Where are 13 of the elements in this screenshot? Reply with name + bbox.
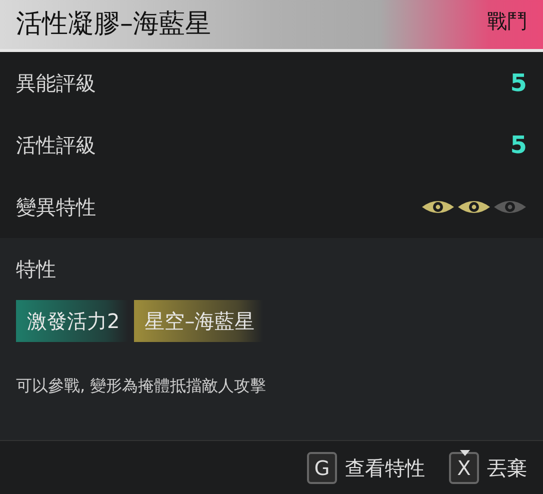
stat-value: 5 [510,130,527,161]
category-label: 戰鬥 [487,8,527,35]
stat-label: 異能評級 [16,70,96,97]
trait-tag: 激發活力2 [16,300,128,342]
stat-label: 變異特性 [16,194,96,221]
footer-action-button[interactable]: G 查看特性 [307,452,425,484]
section-heading: 特性 [16,256,57,283]
item-title: 活性凝膠–海藍星 [16,8,211,41]
trait-tag: 星空–海藍星 [134,300,263,342]
trait-description: 可以參戰, 變形為掩體抵擋敵人攻擊 [16,375,268,397]
footer-action-button[interactable]: X 丟棄 [449,452,527,484]
stat-value: 5 [510,68,527,99]
stat-label: 活性評級 [16,132,96,159]
